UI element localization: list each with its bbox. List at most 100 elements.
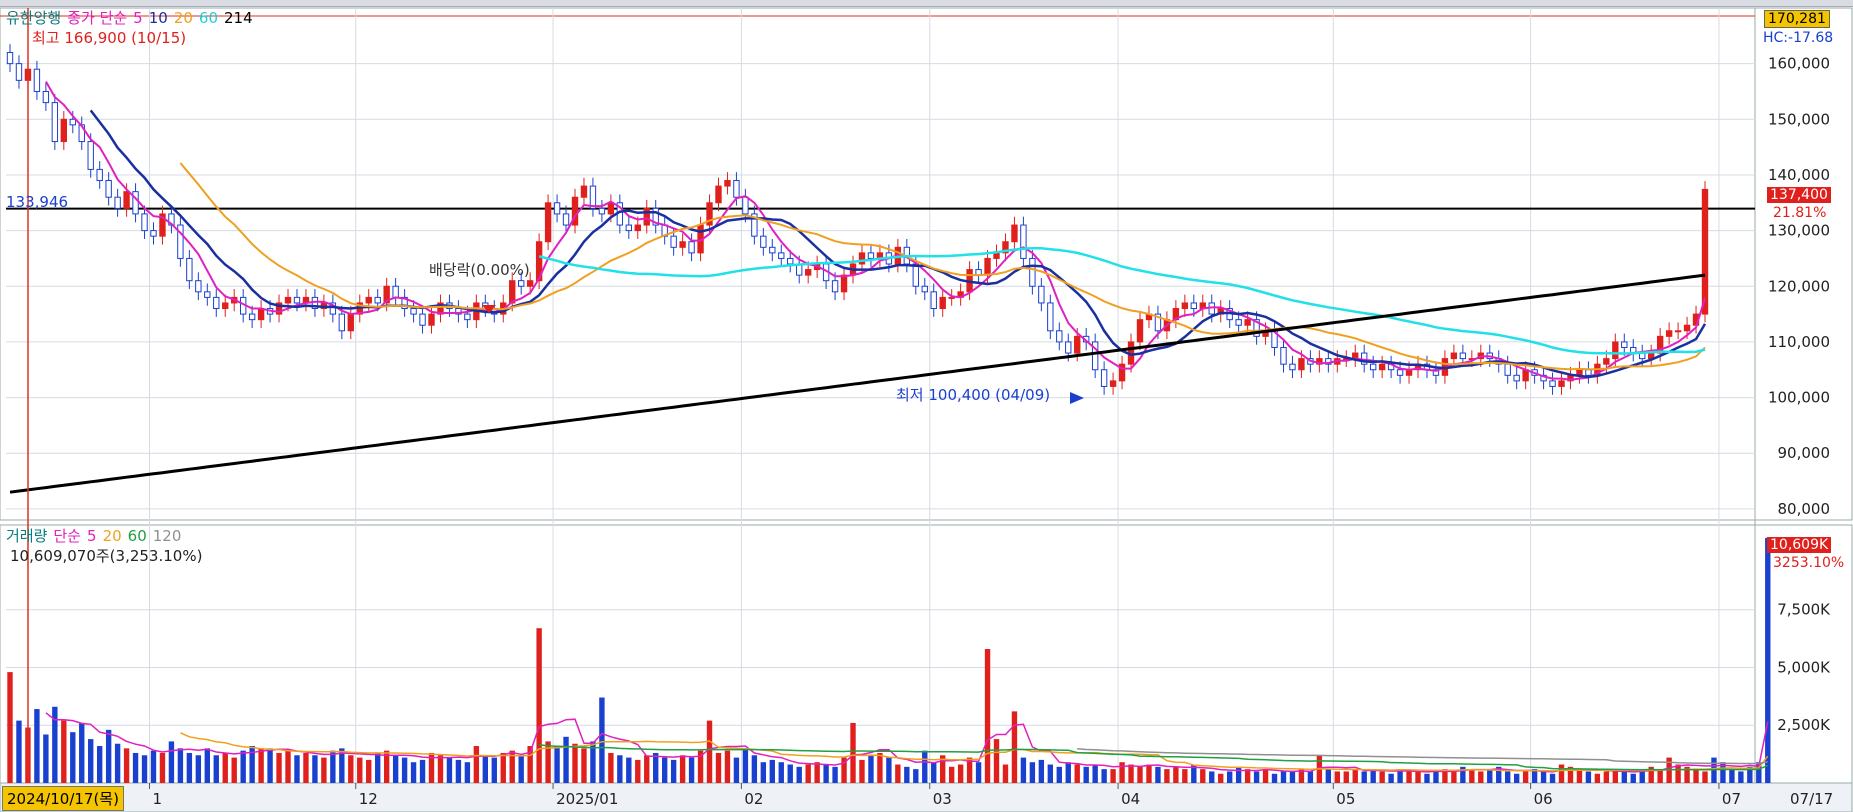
price-tick-label: 110,000 (1768, 333, 1830, 351)
candle-body (248, 313, 256, 321)
volume-bar (518, 755, 524, 783)
candle-body (105, 180, 112, 198)
volume-bar (1200, 769, 1206, 783)
candle-body (553, 202, 561, 215)
candle-body (670, 235, 677, 248)
high-price-label: 최고 166,900 (10/15) (32, 29, 187, 47)
candle-body (544, 202, 552, 243)
hline-value-label: 133,946 (6, 193, 69, 211)
volume-bar (635, 759, 641, 783)
volume-bar (1002, 764, 1009, 783)
volume-bar (366, 759, 372, 783)
volume-bar (1388, 773, 1394, 783)
volume-bar (948, 766, 955, 783)
volume-bar (1352, 769, 1358, 783)
candle-body (186, 257, 193, 282)
volume-bar (581, 748, 587, 783)
candle-body (993, 252, 1000, 259)
volume-bar (1424, 773, 1430, 783)
volume-bar (105, 729, 112, 783)
volume-bar (1621, 771, 1627, 783)
volume-bar (258, 748, 264, 783)
candle-body (607, 202, 615, 215)
volume-bar (231, 757, 237, 783)
price-tick-label: 160,000 (1768, 55, 1830, 73)
candle-body (840, 274, 848, 293)
price-tick-label: 120,000 (1768, 277, 1830, 295)
x-end-label: 07/17 (1790, 790, 1833, 808)
volume-bar (886, 757, 892, 783)
volume-bar (922, 750, 928, 783)
candle-body (518, 280, 525, 287)
volume-panel-header: 거래량 단순 5 20 60 120 (6, 528, 187, 545)
candle-body (15, 63, 23, 81)
price-ma20-line (179, 162, 1706, 371)
top-value-tag: 170,281 (1764, 10, 1830, 28)
volume-bar (599, 697, 605, 783)
volume-bar (751, 755, 758, 783)
last-change-tag: 21.81% (1773, 205, 1827, 221)
price-tick-label: 130,000 (1768, 222, 1830, 240)
volume-bar (1092, 764, 1098, 783)
volume-bar (375, 752, 381, 783)
volume-bar (724, 750, 731, 783)
candle-body (42, 90, 50, 104)
volume-bar (913, 769, 919, 783)
volume-bar (276, 752, 282, 783)
volume-bar (240, 750, 246, 783)
volume-bar (1469, 769, 1475, 783)
volume-bar (1164, 769, 1170, 783)
candle-body (419, 313, 426, 326)
candle-body (1459, 352, 1467, 360)
volume-bar (787, 764, 793, 783)
volume-bar (491, 757, 497, 783)
candle-body (1298, 358, 1305, 371)
candle-body (222, 302, 229, 310)
volume-bar (993, 739, 1000, 783)
last-volume-pct-tag: 3253.10% (1773, 555, 1845, 571)
volume-bar (482, 755, 489, 783)
volume-bar (1271, 773, 1278, 783)
volume-bar (1065, 762, 1071, 783)
volume-bar (1451, 771, 1457, 783)
volume-bar (859, 759, 865, 783)
volume-bar (213, 755, 219, 783)
volume-bar (204, 748, 210, 783)
volume-bar (1235, 766, 1242, 783)
volume-bar (1101, 769, 1107, 783)
volume-bar (1505, 771, 1511, 783)
volume-bar (1585, 771, 1592, 783)
stock-name: 유한양행 (6, 9, 62, 27)
candle-body (1674, 330, 1682, 333)
volume-bar (814, 762, 820, 783)
volume-bar (1307, 771, 1314, 783)
candle-body (724, 180, 731, 187)
candle-body (1378, 363, 1386, 371)
volume-bar (321, 757, 327, 783)
volume-bar (195, 755, 202, 783)
candle-body (921, 285, 928, 293)
candle-body (123, 191, 130, 209)
volume-bar (168, 741, 175, 783)
volume-bar (1513, 773, 1520, 783)
volume-bar (16, 720, 22, 783)
volume-bar (114, 743, 121, 783)
volume-bar (70, 732, 76, 783)
candle-body (787, 257, 794, 265)
volume-bar (670, 759, 677, 783)
candle-body (428, 313, 435, 326)
candle-body (1109, 380, 1117, 387)
volume-bar (401, 757, 408, 783)
x-tick-label: 05 (1336, 790, 1355, 808)
candle-body (1504, 363, 1511, 376)
x-tick-label: 2025/01 (556, 790, 618, 808)
volume-bar (348, 755, 354, 783)
candle-body (1190, 302, 1197, 310)
low-price-label: 최저 100,400 (04/09) (896, 386, 1051, 404)
volume-bar (177, 748, 184, 783)
candle-body (365, 296, 372, 304)
volume-bar (904, 766, 910, 783)
volume-bar (1155, 766, 1161, 783)
candle-body (760, 235, 767, 248)
candle-body (1235, 319, 1242, 326)
